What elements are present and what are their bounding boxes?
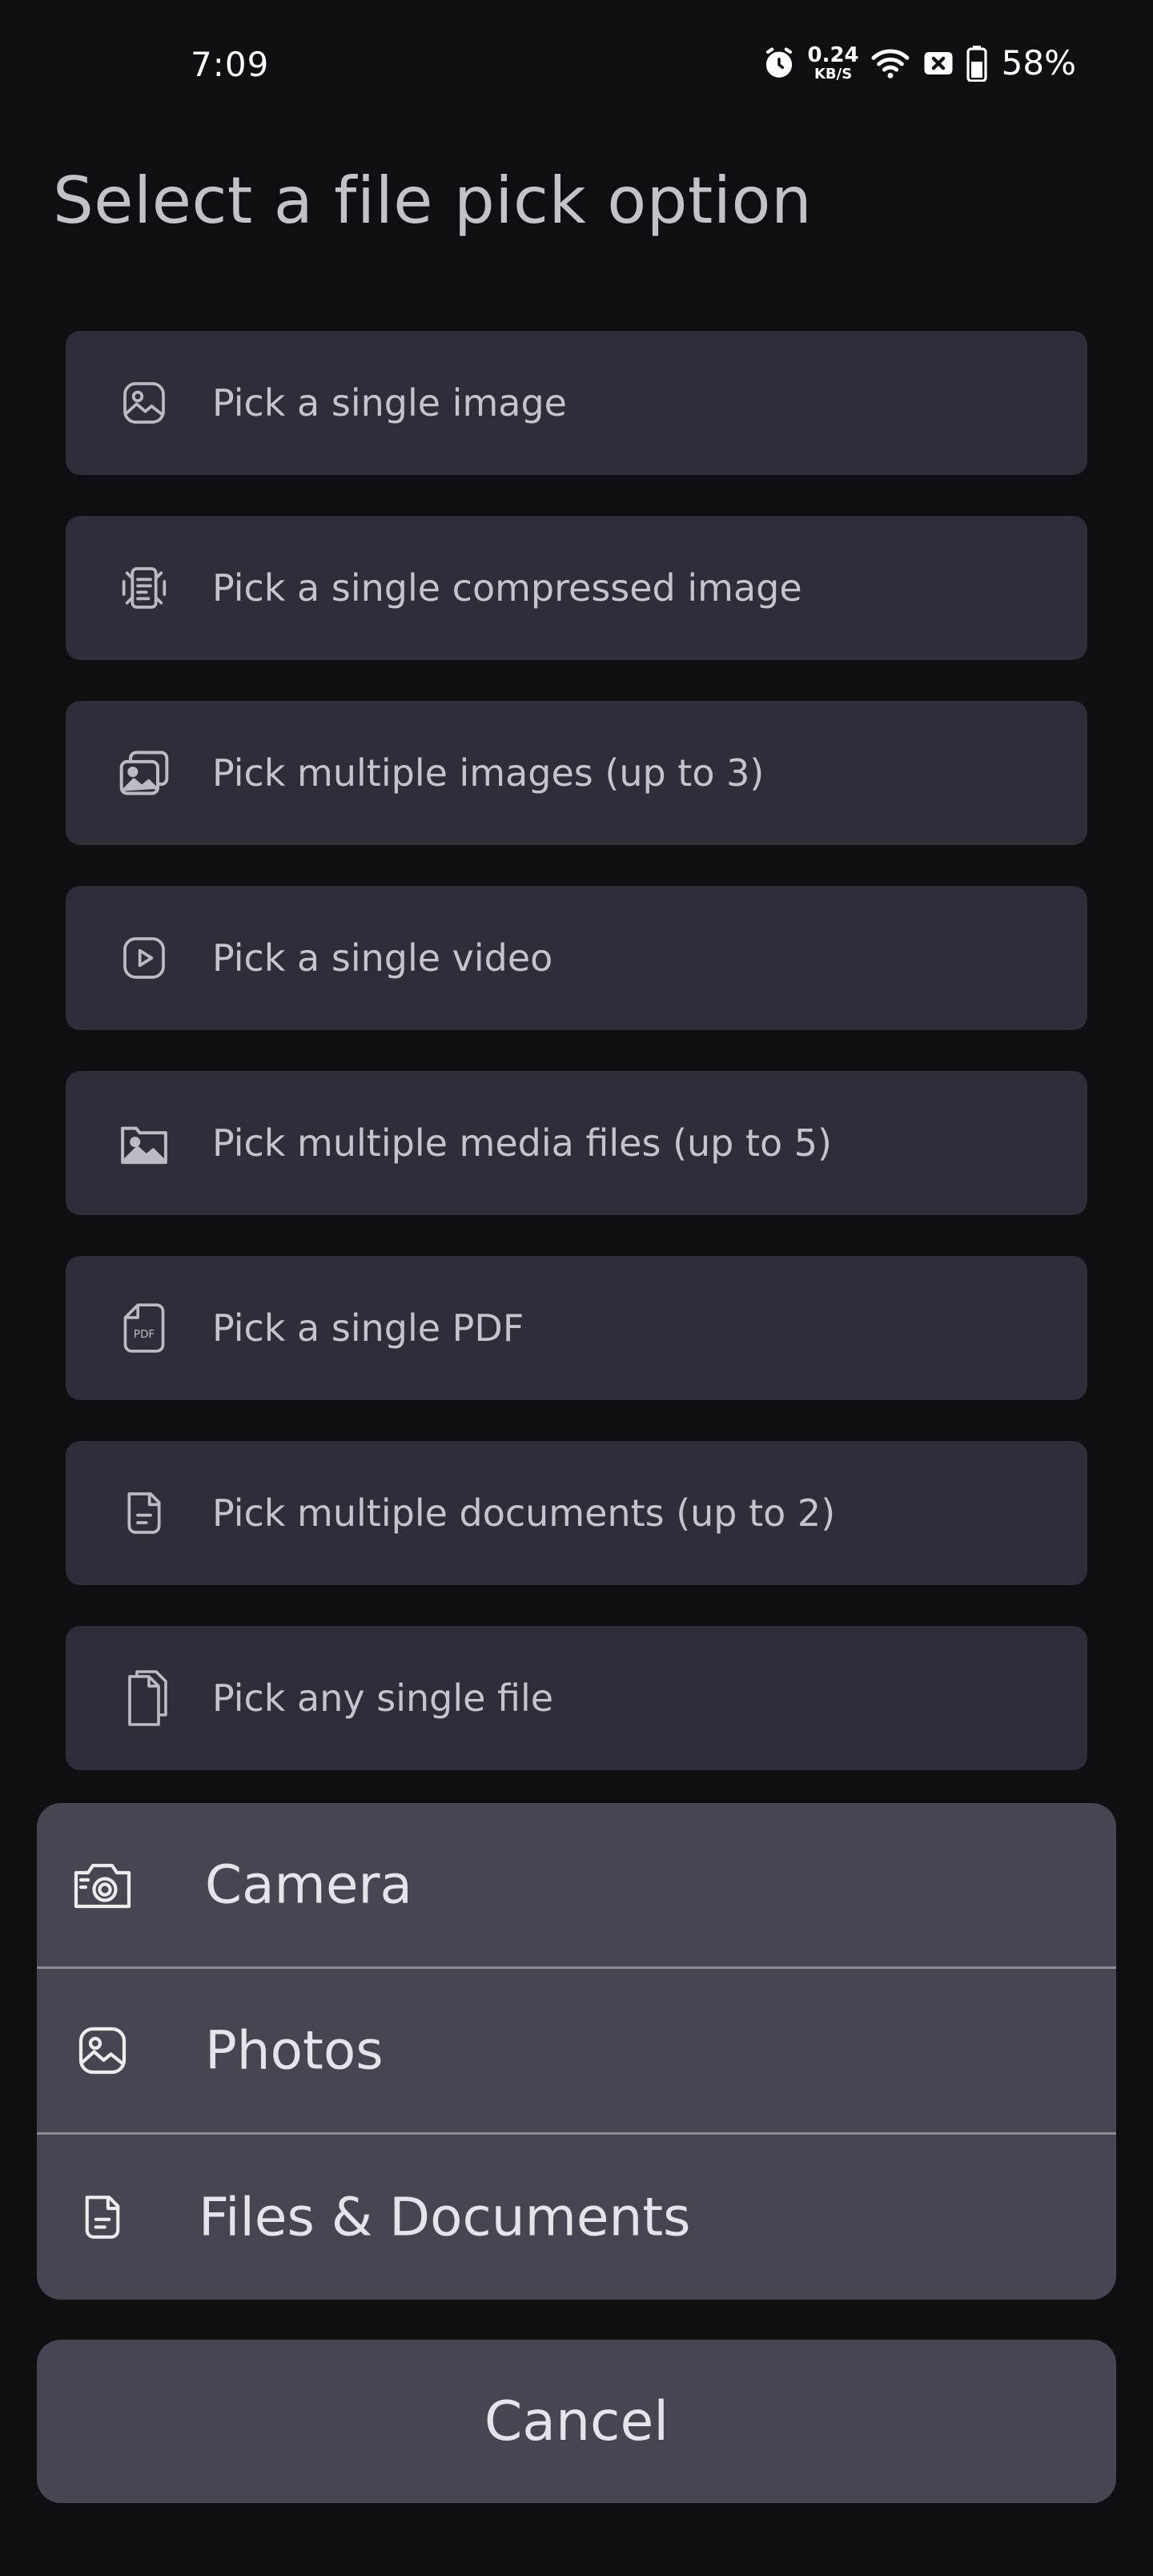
battery-icon: [966, 45, 987, 82]
sheet-item-label: Files & Documents: [199, 2186, 691, 2248]
status-time: 7:09: [191, 45, 270, 84]
option-label: Pick a single image: [212, 381, 567, 425]
option-compressed-image[interactable]: Pick a single compressed image: [66, 516, 1087, 660]
option-label: Pick a single PDF: [212, 1306, 524, 1350]
option-label: Pick a single video: [212, 936, 553, 980]
video-icon: [117, 931, 171, 985]
file-icon: [117, 1670, 171, 1726]
alarm-icon: [762, 46, 796, 80]
image-icon: [117, 376, 171, 430]
option-multiple-documents[interactable]: Pick multiple documents (up to 2): [66, 1441, 1087, 1585]
sheet-item-photos[interactable]: Photos: [37, 1969, 1116, 2135]
option-label: Pick multiple documents (up to 2): [212, 1491, 836, 1535]
option-label: Pick multiple media files (up to 5): [212, 1121, 833, 1165]
sheet-item-label: Camera: [205, 1854, 413, 1916]
files-icon: [70, 2185, 135, 2249]
media-icon: [117, 1116, 171, 1170]
document-icon: [117, 1486, 171, 1540]
option-single-image[interactable]: Pick a single image: [66, 331, 1087, 475]
option-multiple-images[interactable]: Pick multiple images (up to 3): [66, 701, 1087, 845]
wifi-icon: [870, 46, 910, 80]
cancel-label: Cancel: [484, 2389, 669, 2453]
option-label: Pick multiple images (up to 3): [212, 751, 765, 795]
sim-off-icon: [922, 46, 955, 80]
option-single-pdf[interactable]: PDF Pick a single PDF: [66, 1256, 1087, 1400]
camera-icon: [70, 1853, 135, 1917]
images-icon: [117, 746, 171, 800]
net-speed-value: 0.24: [807, 42, 859, 67]
status-icons: 0.24 KB/S 58%: [762, 43, 1076, 83]
option-any-file[interactable]: Pick any single file: [66, 1626, 1087, 1770]
compress-icon: [117, 561, 171, 615]
cancel-button[interactable]: Cancel: [37, 2340, 1116, 2503]
options-list: Pick a single image Pick a single compre…: [66, 331, 1087, 1811]
status-bar: 7:09 0.24 KB/S 58%: [0, 0, 1153, 136]
net-speed-unit: KB/S: [814, 65, 853, 83]
option-label: Pick any single file: [212, 1676, 554, 1720]
pdf-icon: PDF: [117, 1301, 171, 1355]
sheet-item-files[interactable]: Files & Documents: [37, 2135, 1116, 2300]
battery-percent: 58%: [1001, 43, 1076, 83]
photos-icon: [70, 2019, 135, 2083]
option-label: Pick a single compressed image: [212, 566, 802, 610]
option-multiple-media[interactable]: Pick multiple media files (up to 5): [66, 1071, 1087, 1215]
option-single-video[interactable]: Pick a single video: [66, 886, 1087, 1030]
net-speed: 0.24 KB/S: [807, 45, 858, 82]
action-sheet: Camera Photos Files & Documents: [37, 1803, 1116, 2300]
sheet-item-camera[interactable]: Camera: [37, 1803, 1116, 1969]
sheet-item-label: Photos: [205, 2019, 384, 2082]
screen: 7:09 0.24 KB/S 58% Select a file pick op…: [0, 0, 1153, 2576]
svg-text:PDF: PDF: [134, 1328, 155, 1341]
page-title: Select a file pick option: [53, 163, 813, 238]
